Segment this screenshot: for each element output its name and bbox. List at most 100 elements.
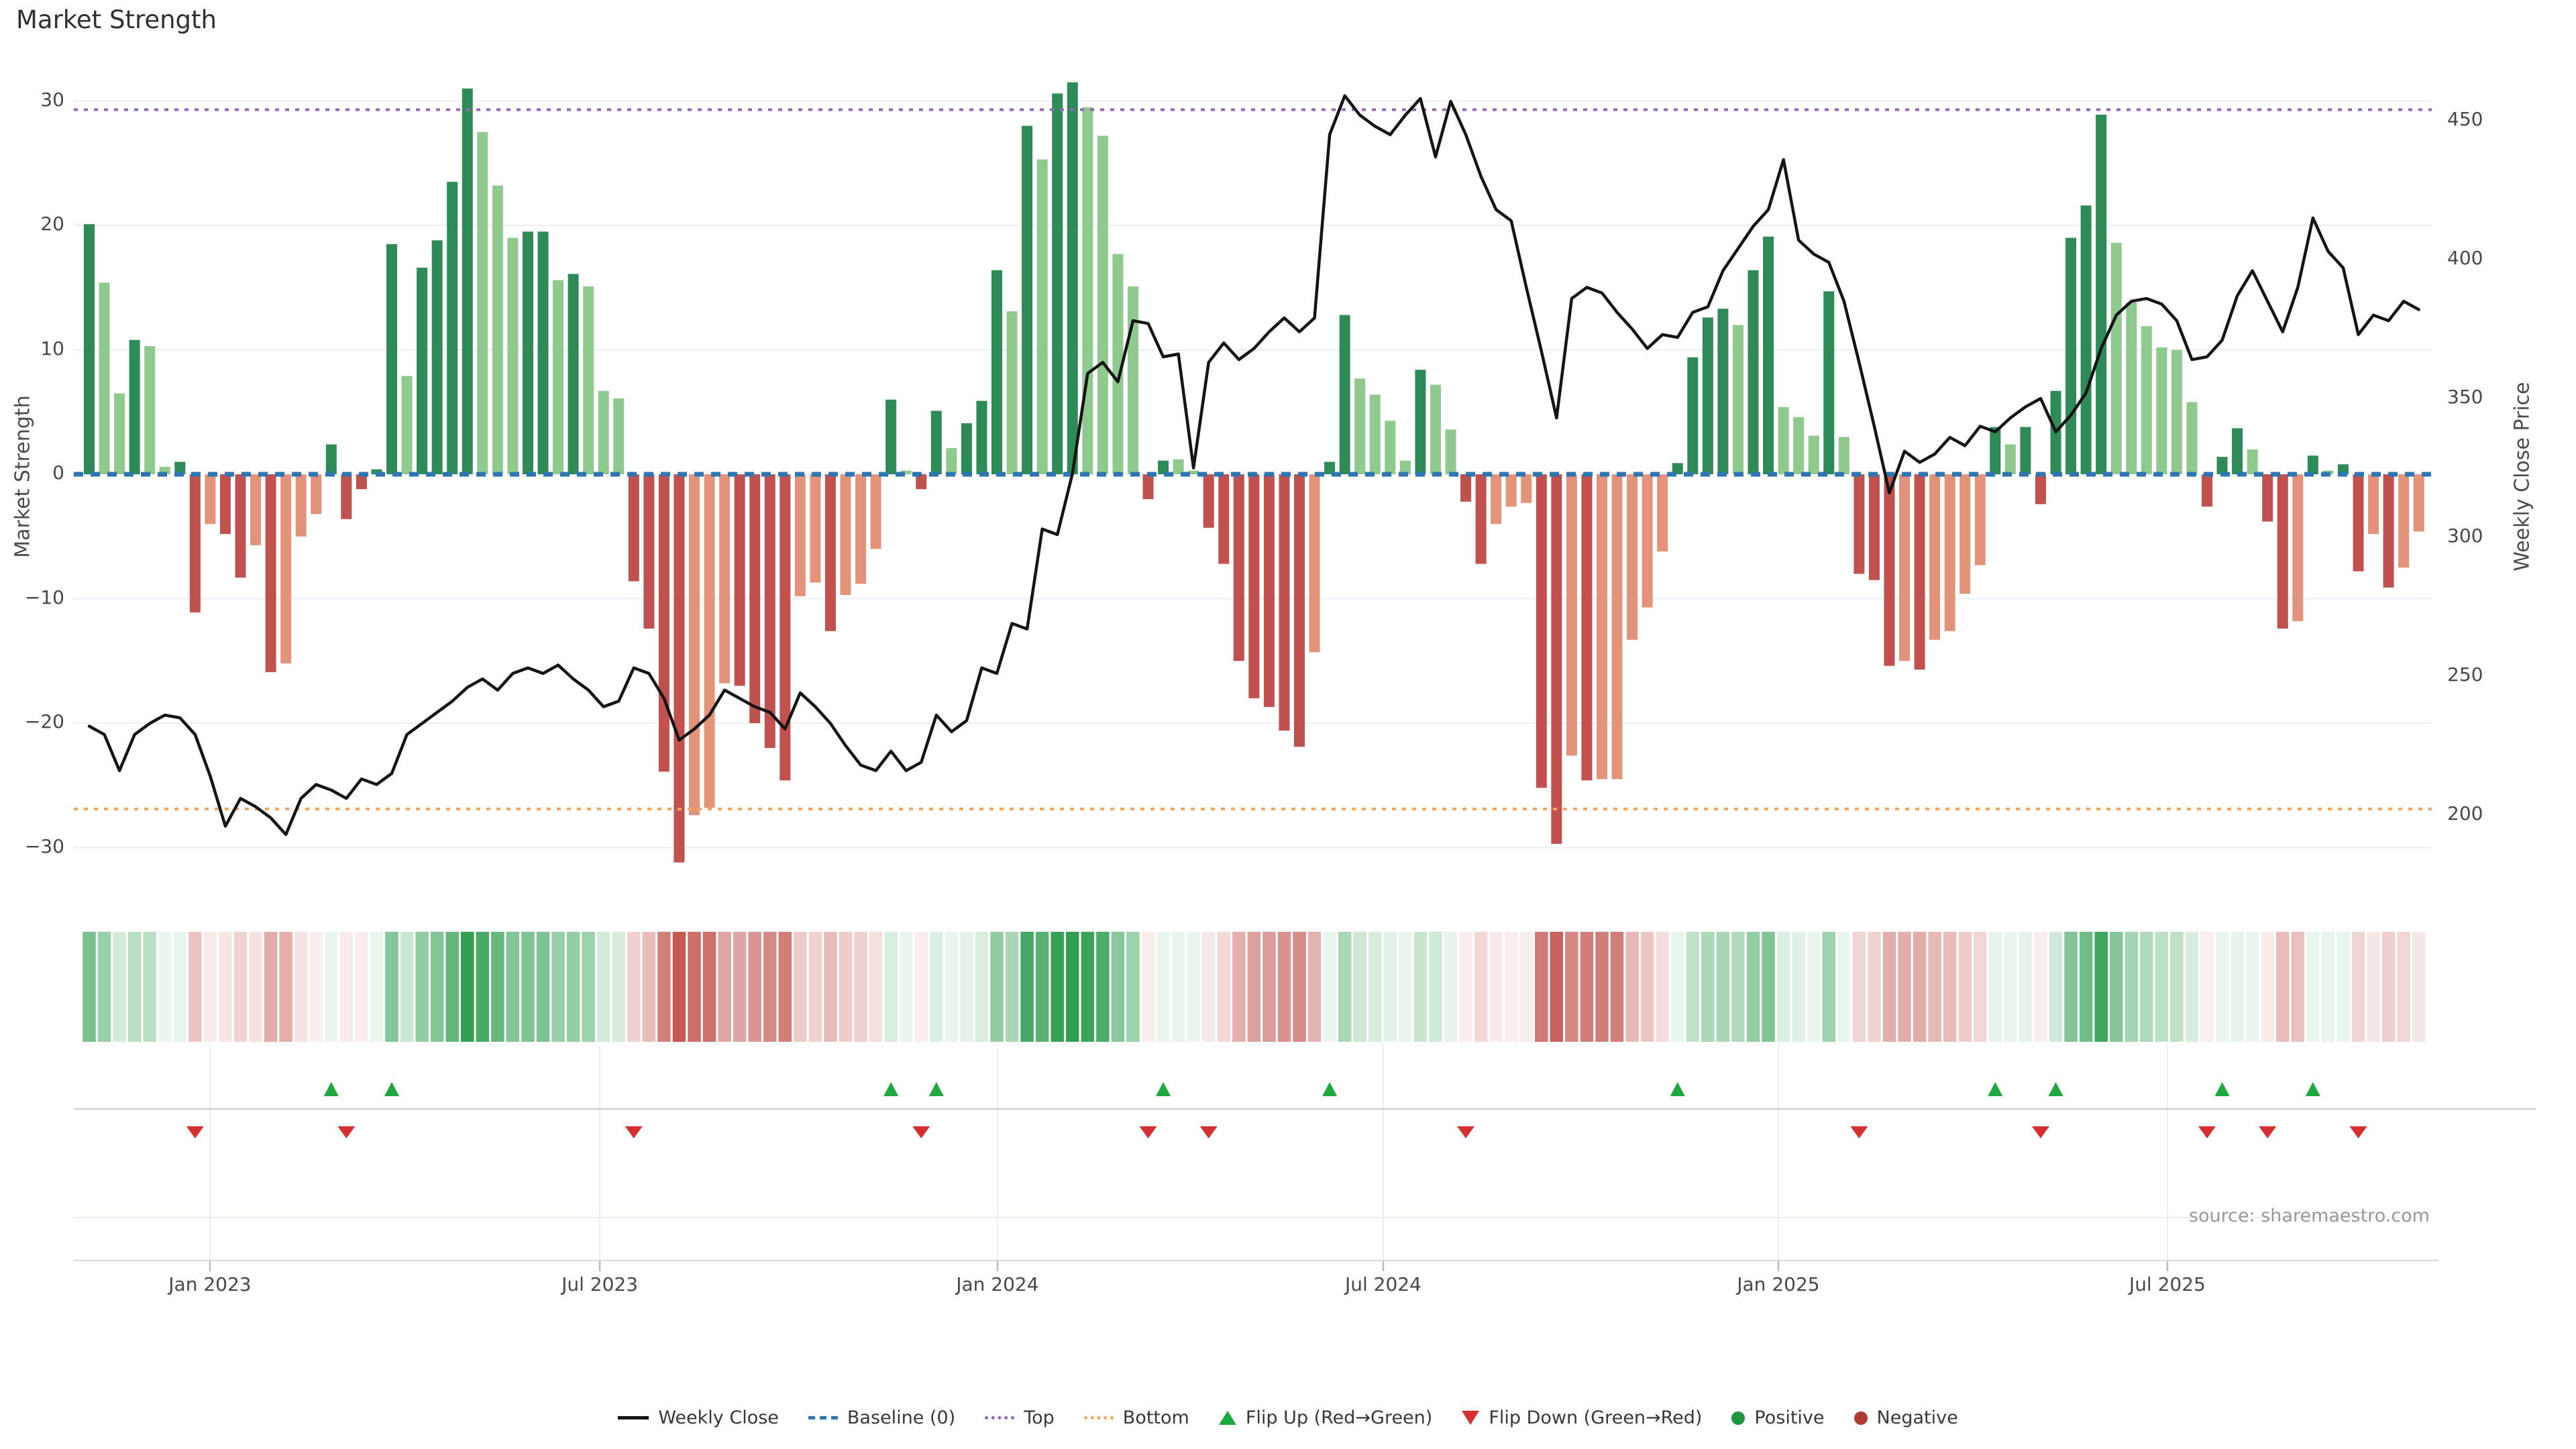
flip-up-marker xyxy=(1322,1082,1337,1096)
heatmap-cell xyxy=(1248,932,1261,1042)
heatmap-cell xyxy=(385,932,398,1042)
legend-item-flip-up[interactable]: Flip Up (Red→Green) xyxy=(1219,1407,1433,1428)
strength-bar xyxy=(2081,205,2092,474)
heatmap-cell xyxy=(688,932,701,1042)
heatmap-cell xyxy=(310,932,323,1042)
heatmap-cell xyxy=(2049,932,2063,1042)
heatmap-cell xyxy=(2140,932,2153,1042)
heatmap-cell xyxy=(1066,932,1079,1042)
bottom-swatch-icon xyxy=(1084,1416,1114,1419)
left-axis-tick-label: 10 xyxy=(17,337,64,360)
strength-bar xyxy=(1218,474,1229,564)
heatmap-cell xyxy=(2216,932,2229,1042)
strength-bar xyxy=(2065,238,2076,474)
legend-item-baseline[interactable]: Baseline (0) xyxy=(808,1407,955,1428)
strength-bar xyxy=(1506,474,1517,506)
heatmap-cell xyxy=(1580,932,1594,1042)
strength-bar xyxy=(749,474,760,723)
heatmap-cell xyxy=(1641,932,1654,1042)
strength-bar xyxy=(1460,474,1471,502)
heatmap-cell xyxy=(2306,932,2320,1042)
heatmap-cell xyxy=(249,932,262,1042)
heatmap-cell xyxy=(1777,932,1790,1042)
strength-bar xyxy=(1476,474,1487,564)
heatmap-cell xyxy=(1444,932,1458,1042)
heatmap-cell xyxy=(355,932,368,1042)
heatmap-cell xyxy=(1701,932,1715,1042)
heatmap-cell xyxy=(234,932,248,1042)
heatmap-cell xyxy=(1656,932,1669,1042)
heatmap-cell xyxy=(1353,932,1366,1042)
strength-bar xyxy=(961,423,972,474)
heatmap-cell xyxy=(1717,932,1730,1042)
strength-bar xyxy=(1491,474,1501,524)
strength-bar xyxy=(1990,427,2000,474)
strength-bar xyxy=(1279,474,1289,731)
heatmap-cell xyxy=(1565,932,1578,1042)
legend-item-flip-down[interactable]: Flip Down (Green→Red) xyxy=(1462,1407,1702,1428)
heatmap-cell xyxy=(476,932,490,1042)
flip-down-marker xyxy=(2032,1126,2049,1138)
heatmap-cell xyxy=(1913,932,1927,1042)
heatmap-cell xyxy=(990,932,1004,1042)
strength-bar xyxy=(311,474,321,514)
heatmap-cell xyxy=(2382,932,2396,1042)
strength-bar xyxy=(447,182,458,474)
strength-bar xyxy=(704,474,715,808)
legend-item-negative[interactable]: Negative xyxy=(1854,1407,1958,1428)
strength-bar xyxy=(931,411,942,474)
strength-bar xyxy=(1733,325,1743,474)
flip-down-marker xyxy=(1850,1126,1868,1138)
strength-bar xyxy=(2035,474,2046,504)
strength-bar xyxy=(795,474,806,596)
heatmap-cell xyxy=(1928,932,1941,1042)
strength-bar xyxy=(1657,474,1668,551)
flip-up-marker xyxy=(883,1082,898,1096)
heatmap-cell xyxy=(2231,932,2244,1042)
strength-bar xyxy=(1748,270,1759,474)
heatmap-cell xyxy=(1958,932,1972,1042)
chart-canvas: Market Strength Market Strength Weekly C… xyxy=(0,0,2576,1449)
heatmap-cell xyxy=(733,932,747,1042)
strength-bar xyxy=(1869,474,1880,580)
heatmap-cell xyxy=(1898,932,1911,1042)
legend-item-positive[interactable]: Positive xyxy=(1731,1407,1824,1428)
left-axis-tick-label: 20 xyxy=(17,213,64,235)
heatmap-cell xyxy=(537,932,550,1042)
heatmap-cell xyxy=(703,932,716,1042)
heatmap-cell xyxy=(930,932,943,1042)
heatmap-cell xyxy=(1157,932,1170,1042)
strength-bar xyxy=(1839,437,1849,474)
flip-down-marker xyxy=(2198,1126,2216,1138)
strength-bar xyxy=(674,474,684,863)
strength-bar xyxy=(280,474,291,663)
strength-bar xyxy=(1945,474,1955,631)
legend-label: Weekly Close xyxy=(658,1407,779,1428)
left-axis-tick-label: −10 xyxy=(17,586,64,608)
strength-bar xyxy=(326,444,337,474)
strength-bar xyxy=(885,400,896,474)
strength-bar xyxy=(1385,421,1395,474)
heatmap-cell xyxy=(1974,932,1987,1042)
heatmap-cell xyxy=(1686,932,1700,1042)
heatmap-cell xyxy=(2397,932,2410,1042)
strength-bar xyxy=(1248,474,1259,698)
heatmap-cell xyxy=(1489,932,1503,1042)
strength-bar xyxy=(1612,474,1623,779)
legend-item-top[interactable]: Top xyxy=(985,1407,1055,1428)
heatmap-cell xyxy=(794,932,807,1042)
strength-bar xyxy=(1354,378,1365,474)
flip-down-marker xyxy=(2259,1126,2276,1138)
right-axis-tick-label: 350 xyxy=(2447,386,2483,408)
heatmap-cell xyxy=(915,932,928,1042)
strength-bar xyxy=(568,274,579,474)
heatmap-cell xyxy=(551,932,565,1042)
legend-item-weekly-close[interactable]: Weekly Close xyxy=(618,1407,779,1428)
strength-bar xyxy=(129,340,140,474)
heatmap-cell xyxy=(2155,932,2169,1042)
flip-down-marker xyxy=(337,1126,355,1138)
legend-item-bottom[interactable]: Bottom xyxy=(1084,1407,1189,1428)
flip-up-marker xyxy=(384,1082,399,1096)
heatmap-cell xyxy=(1807,932,1821,1042)
heatmap-cell xyxy=(1823,932,1836,1042)
